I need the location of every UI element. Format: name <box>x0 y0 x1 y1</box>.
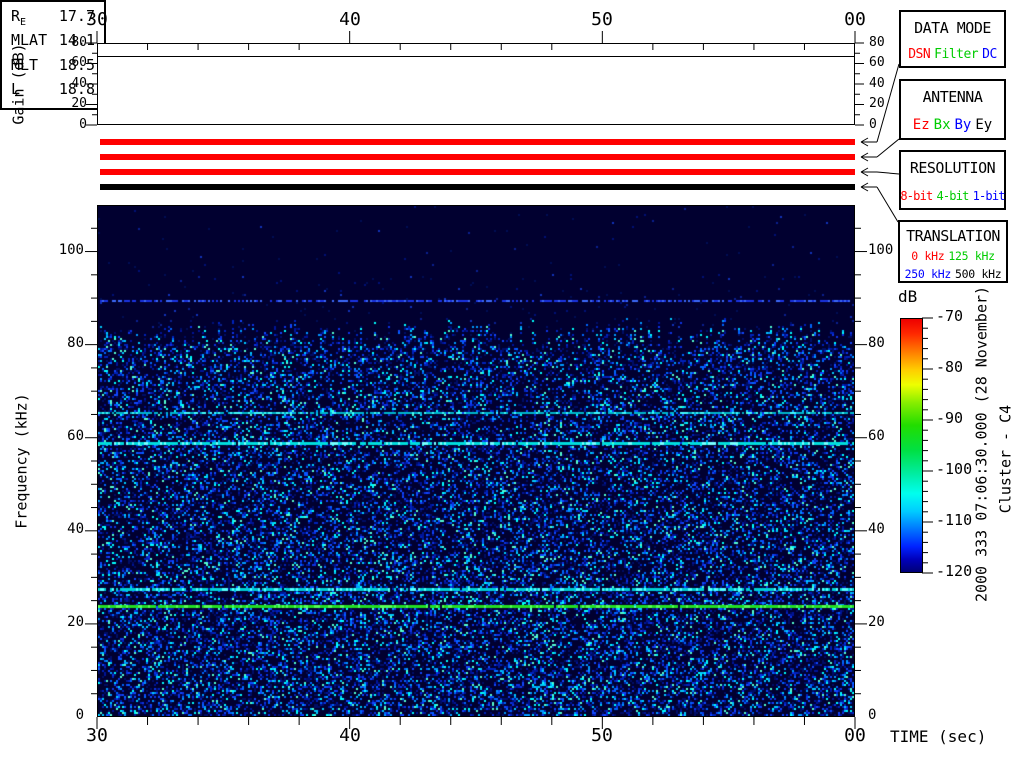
legend-options-row1: 0 kHz 125 kHz <box>909 249 997 263</box>
legend-box-antenna: ANTENNA Ez Bx By Ey <box>899 79 1006 140</box>
legend-title: TRANSLATION <box>906 227 1000 245</box>
gain-ytick-label-right: 40 <box>869 76 885 91</box>
colorbar-tick-label: -80 <box>936 358 964 376</box>
bottom-axis-tick-label: 00 <box>844 725 866 746</box>
top-axis-tick-label: 00 <box>844 9 866 30</box>
colorbar-tick-label: -120 <box>936 562 973 580</box>
colorbar-db-label: dB <box>898 287 918 306</box>
legend-option-by: By <box>954 117 972 133</box>
legend-options: 8-bit 4-bit 1-bit <box>898 189 1006 203</box>
gain-ytick-label-right: 60 <box>869 55 885 70</box>
legend-option-dc: DC <box>982 47 997 62</box>
spacecraft-label: Cluster - C4 <box>996 404 1015 514</box>
legend-option-0khz: 0 kHz <box>911 249 945 263</box>
colorbar-tick-label: -90 <box>936 409 964 427</box>
top-axis-tick-label: 30 <box>86 9 108 30</box>
freq-ytick-label-left: 20 <box>67 614 84 630</box>
legend-option-1bit: 1-bit <box>972 189 1006 203</box>
datetime-label: 2000 333 07:06:30.000 (28 November) <box>972 285 991 603</box>
wbd-spectrogram-page: { "plot_header": { "time_ticks_top": ["3… <box>0 0 1024 768</box>
colorbar-tick-label: -110 <box>936 511 973 529</box>
freq-ytick-label-left: 60 <box>67 428 84 444</box>
freq-ytick-label-right: 40 <box>868 521 885 537</box>
legend-option-filter: Filter <box>934 47 979 62</box>
legend-box-resolution: RESOLUTION 8-bit 4-bit 1-bit <box>899 150 1006 210</box>
legend-title: RESOLUTION <box>909 159 996 177</box>
spectrogram-plot <box>97 205 855 717</box>
gain-ytick-label-left: 80 <box>71 35 87 50</box>
legend-title: DATA MODE <box>914 19 991 37</box>
bottom-axis-tick-label: 40 <box>339 725 361 746</box>
freq-ytick-label-right: 80 <box>868 335 885 351</box>
time-axis-label: TIME (sec) <box>890 727 987 746</box>
status-bar-data-mode <box>100 139 855 145</box>
spectrogram-canvas <box>98 206 854 716</box>
freq-ytick-label-right: 60 <box>868 428 885 444</box>
colorbar-gradient <box>900 318 923 573</box>
gain-ytick-label-left: 20 <box>71 96 87 111</box>
legend-title: ANTENNA <box>922 88 983 106</box>
gain-ytick-label-right: 80 <box>869 35 885 50</box>
legend-option-bx: Bx <box>933 117 951 133</box>
bottom-axis-tick-label: 30 <box>86 725 108 746</box>
freq-ytick-label-left: 0 <box>75 707 84 723</box>
freq-ytick-label-right: 100 <box>868 242 894 258</box>
legend-option-500khz: 500 kHz <box>955 267 1002 281</box>
gain-ytick-label-left: 0 <box>79 117 87 132</box>
legend-option-8bit: 8-bit <box>900 189 933 203</box>
gain-ytick-label-left: 40 <box>71 76 87 91</box>
status-bar-resolution <box>100 169 855 175</box>
colorbar-tick-label: -70 <box>936 307 964 325</box>
legend-option-125khz: 125 kHz <box>948 249 995 263</box>
gain-trace <box>98 56 854 57</box>
freq-ytick-label-right: 20 <box>868 614 885 630</box>
legend-options: Ez Bx By Ey <box>911 117 994 133</box>
legend-option-dsn: DSN <box>908 47 931 62</box>
gain-ytick-label-left: 60 <box>71 55 87 70</box>
freq-ytick-label-left: 100 <box>58 242 84 258</box>
frequency-axis-title: Frequency (kHz) <box>12 393 31 529</box>
gain-axis-title: Gain (dB) <box>9 43 28 125</box>
colorbar-tick-label: -100 <box>936 460 973 478</box>
gain-ytick-label-right: 20 <box>869 96 885 111</box>
legend-options-row2: 250 kHz 500 kHz <box>903 267 1004 281</box>
gain-ytick-label-right: 0 <box>869 117 877 132</box>
top-axis-tick-label: 40 <box>339 9 361 30</box>
freq-ytick-label-right: 0 <box>868 707 877 723</box>
legend-box-translation: TRANSLATION 0 kHz 125 kHz 250 kHz 500 kH… <box>898 220 1008 283</box>
legend-option-ey: Ey <box>975 117 993 133</box>
bottom-axis-tick-label: 50 <box>591 725 613 746</box>
legend-option-4bit: 4-bit <box>936 189 969 203</box>
ephemeris-label: RE <box>11 6 27 28</box>
legend-box-data-mode: DATA MODE DSN Filter DC <box>899 10 1006 68</box>
freq-ytick-label-left: 80 <box>67 335 84 351</box>
ephemeris-row-re: RE 17.7 <box>11 6 95 28</box>
top-axis-tick-label: 50 <box>591 9 613 30</box>
legend-option-250khz: 250 kHz <box>904 267 952 281</box>
freq-ytick-label-left: 40 <box>67 521 84 537</box>
status-bar-translation <box>100 184 855 190</box>
legend-options: DSN Filter DC <box>906 47 999 62</box>
legend-option-ez: Ez <box>912 117 930 133</box>
status-bar-antenna <box>100 154 855 160</box>
